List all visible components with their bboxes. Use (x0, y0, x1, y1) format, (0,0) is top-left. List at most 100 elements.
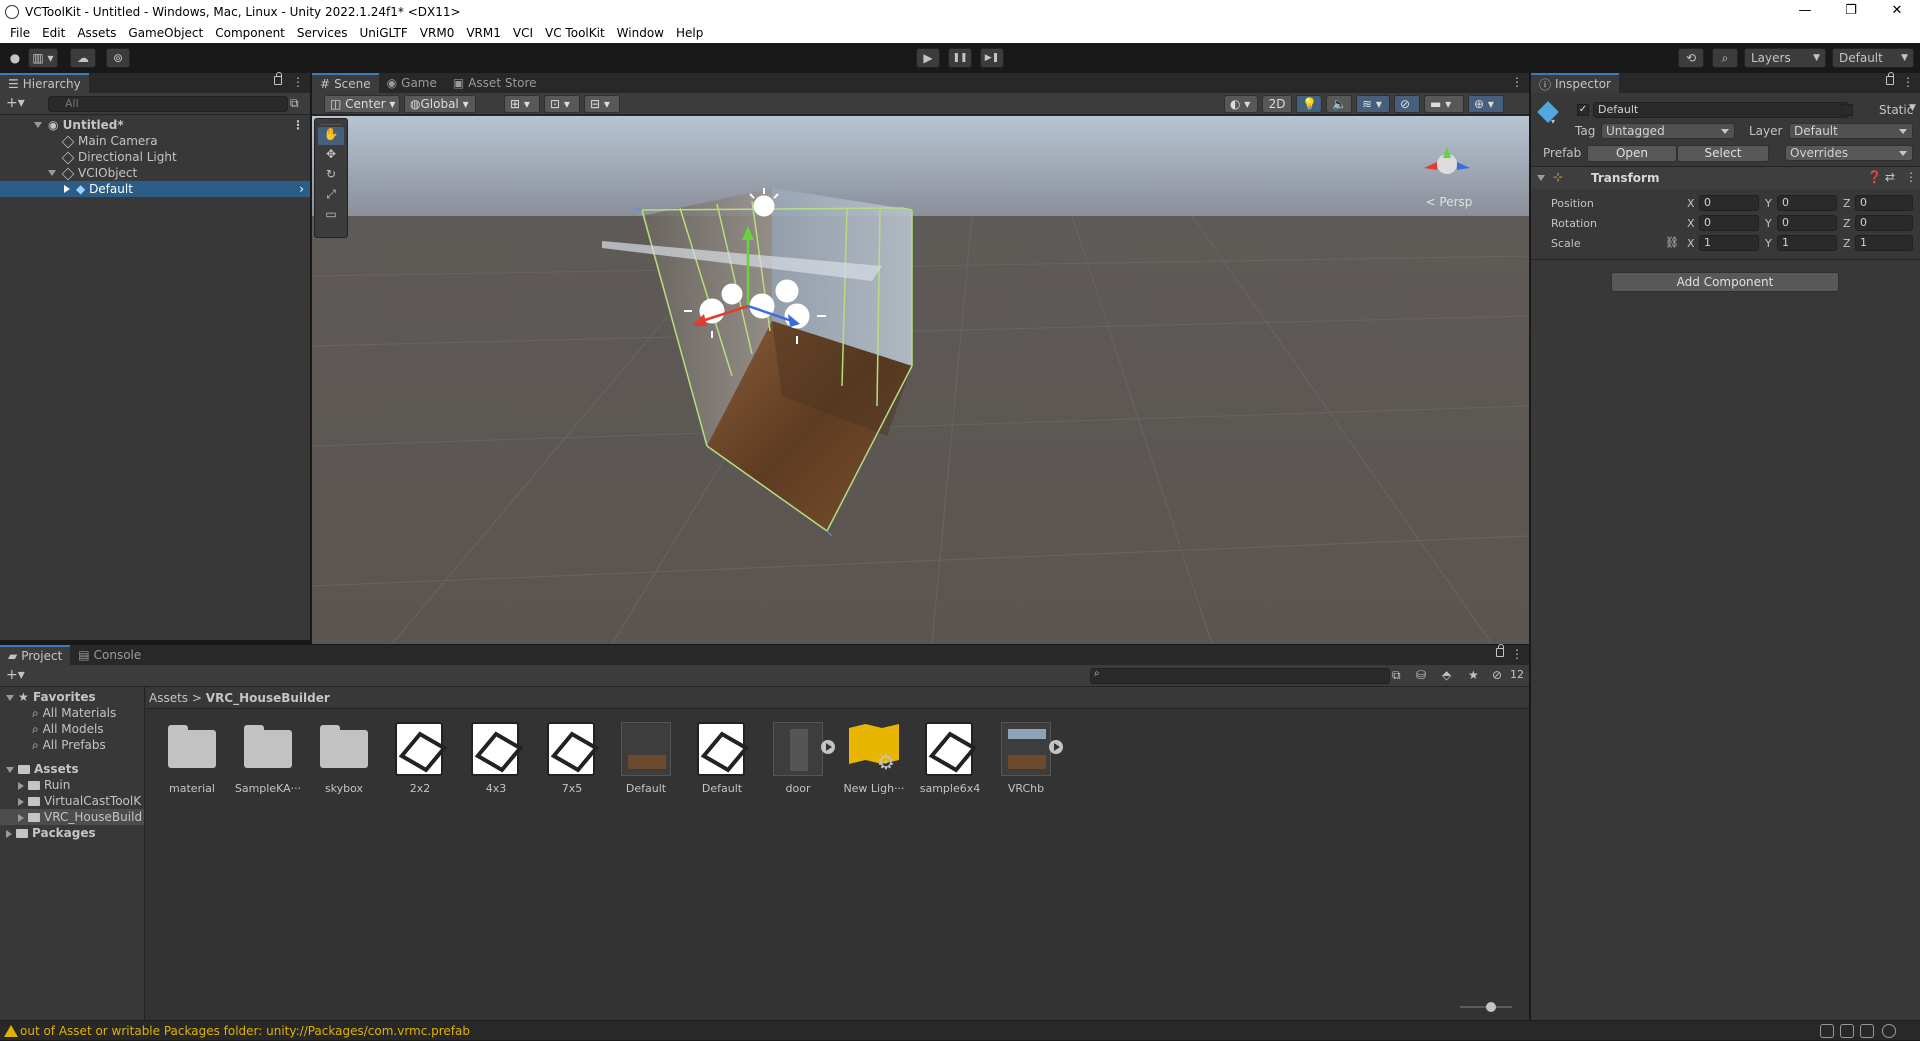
asset-item[interactable]: VRChb (991, 720, 1063, 800)
help-icon[interactable]: ❓ (1867, 170, 1882, 184)
kebab-menu-icon[interactable]: ⋮ (1511, 647, 1523, 661)
effects-dropdown[interactable]: ≋ ▾ (1356, 95, 1390, 113)
grid-snap-button[interactable]: ⊞ ▾ (504, 95, 540, 113)
ruler-snap-button[interactable]: ⊟ ▾ (584, 95, 620, 113)
account-icon[interactable]: ● (8, 48, 22, 68)
tab-scene[interactable]: # Scene (312, 73, 379, 93)
transform-header[interactable]: ⊹ Transform ❓ ⇄ ⋮ (1531, 167, 1920, 189)
collapse-arrow-icon[interactable] (18, 813, 24, 822)
scale-x-field[interactable]: 1 (1699, 235, 1759, 251)
prefab-dropdown-icon[interactable]: ▾ (1551, 117, 1555, 126)
lighting-toggle-icon[interactable]: 💡 (1296, 95, 1322, 113)
camera-settings-dropdown[interactable]: ▬ ▾ (1424, 95, 1464, 113)
history-icon[interactable]: ⟲ (1678, 48, 1704, 68)
asset-item[interactable]: SampleKA··· (233, 720, 303, 800)
draw-mode-dropdown[interactable]: ◐ ▾ (1224, 95, 1258, 113)
kebab-menu-icon[interactable]: ⋮ (292, 75, 304, 89)
tab-console[interactable]: ▤ Console (70, 645, 150, 665)
breadcrumb-assets[interactable]: Assets (149, 691, 188, 705)
menu-component[interactable]: Component (209, 26, 291, 40)
menu-vrm1[interactable]: VRM1 (460, 26, 507, 40)
asset-item[interactable]: 4x3 (461, 720, 531, 800)
play-button[interactable]: ▶ (916, 48, 940, 68)
tab-asset-store[interactable]: ▣ Asset Store (444, 73, 545, 93)
audio-toggle-icon[interactable]: 🔈 (1326, 95, 1352, 113)
hierarchy-search-input[interactable]: All (48, 96, 288, 112)
layer-dropdown[interactable]: Default (1789, 123, 1913, 139)
expand-arrow-icon[interactable] (6, 766, 14, 773)
expand-arrow-icon[interactable] (6, 694, 14, 701)
maximize-button[interactable]: ❐ (1828, 0, 1874, 23)
scene-render[interactable]: < Persp (311, 116, 1530, 645)
hierarchy-item-main-camera[interactable]: Main Camera (0, 133, 310, 149)
expand-prefab-icon[interactable] (1049, 740, 1063, 754)
open-prefab-button[interactable]: Open (1587, 145, 1677, 162)
scale-y-field[interactable]: 1 (1777, 235, 1837, 251)
collapse-arrow-icon[interactable] (18, 781, 24, 790)
2d-toggle-button[interactable]: 2D (1262, 95, 1292, 113)
menu-file[interactable]: File (4, 26, 36, 40)
hierarchy-item-default[interactable]: ◆ Default › (0, 181, 310, 197)
menu-help[interactable]: Help (670, 26, 709, 40)
collapse-arrow-icon[interactable] (18, 797, 24, 806)
collapse-arrow-icon[interactable] (6, 829, 12, 838)
open-prefab-arrow-icon[interactable]: › (299, 181, 304, 197)
tab-project[interactable]: ▰ Project (0, 645, 71, 665)
menu-vci[interactable]: VCI (507, 26, 539, 40)
pause-button[interactable]: ❚❚ (948, 48, 972, 68)
rect-tool-icon[interactable]: ▭ (318, 207, 344, 225)
position-y-field[interactable]: 0 (1777, 195, 1837, 211)
move-tool-icon[interactable]: ✥ (318, 147, 344, 165)
tree-packages[interactable]: Packages (0, 825, 144, 841)
scene-viewport[interactable]: < Persp ✋ ✥ ↻ ⤢ ▭ (311, 116, 1530, 645)
debug-icon[interactable] (1860, 1024, 1874, 1038)
lock-icon[interactable] (1496, 644, 1504, 657)
tab-hierarchy[interactable]: ☰ Hierarchy (0, 73, 89, 93)
component-kebab-icon[interactable]: ⋮ (1905, 170, 1917, 184)
tree-favorites[interactable]: ★ Favorites (0, 689, 144, 705)
increment-snap-button[interactable]: ⊡ ▾ (544, 95, 580, 113)
hierarchy-item-vciobject[interactable]: VCIObject (0, 165, 310, 181)
asset-item[interactable]: material (157, 720, 227, 800)
tab-inspector[interactable]: ⓘ Inspector (1531, 73, 1619, 93)
tree-vrc-housebuilder[interactable]: VRC_HouseBuild (0, 809, 144, 825)
collab-icon[interactable]: ⊚ (106, 48, 130, 68)
tab-game[interactable]: ◉ Game (378, 73, 445, 93)
status-message[interactable]: out of Asset or writable Packages folder… (20, 1024, 470, 1038)
rotation-z-field[interactable]: 0 (1855, 215, 1913, 231)
menu-services[interactable]: Services (291, 26, 354, 40)
cloud-icon[interactable]: ☁ (70, 48, 96, 68)
select-prefab-button[interactable]: Select (1677, 145, 1769, 162)
close-button[interactable]: ✕ (1874, 0, 1920, 23)
kebab-menu-icon[interactable]: ⋮ (1902, 75, 1914, 89)
overrides-dropdown[interactable]: Overrides (1785, 145, 1913, 161)
network-icon[interactable] (1820, 1024, 1834, 1038)
add-component-button[interactable]: Add Component (1611, 272, 1839, 292)
tree-all-prefabs[interactable]: ⌕ All Prefabs (0, 737, 144, 753)
asset-item[interactable]: skybox (309, 720, 379, 800)
tree-all-models[interactable]: ⌕ All Models (0, 721, 144, 737)
hidden-packages-icon[interactable]: ⊘ (1492, 668, 1502, 682)
gizmos-dropdown[interactable]: ⊕ ▾ (1468, 95, 1504, 113)
hierarchy-scene-row[interactable]: ◉ Untitled* ⋮ (0, 117, 310, 133)
asset-item[interactable]: Default (611, 720, 681, 800)
tree-all-materials[interactable]: ⌕ All Materials (0, 705, 144, 721)
breadcrumb-current[interactable]: VRC_HouseBuilder (206, 691, 330, 705)
menu-unigltf[interactable]: UniGLTF (354, 26, 414, 40)
position-x-field[interactable]: 0 (1699, 195, 1759, 211)
asset-item[interactable]: sample6x4 (915, 720, 985, 800)
space-dropdown[interactable]: ◍ Global ▾ (404, 95, 476, 113)
step-button[interactable]: ▶❚ (980, 48, 1004, 68)
add-object-button[interactable]: +▾ (6, 95, 25, 111)
collapse-arrow-icon[interactable] (64, 185, 70, 193)
tree-assets[interactable]: Assets (0, 761, 144, 777)
scene-visibility-icon[interactable]: ⊘ (1394, 95, 1420, 113)
check-icon[interactable] (1882, 1024, 1896, 1038)
tag-dropdown[interactable]: Untagged (1601, 123, 1735, 139)
rotation-x-field[interactable]: 0 (1699, 215, 1759, 231)
asset-item[interactable]: 2x2 (385, 720, 455, 800)
menu-vrm0[interactable]: VRM0 (414, 26, 461, 40)
search-options-icon[interactable]: ⧉ (290, 96, 299, 111)
create-asset-button[interactable]: +▾ (6, 667, 25, 683)
asset-item[interactable]: Default (687, 720, 757, 800)
